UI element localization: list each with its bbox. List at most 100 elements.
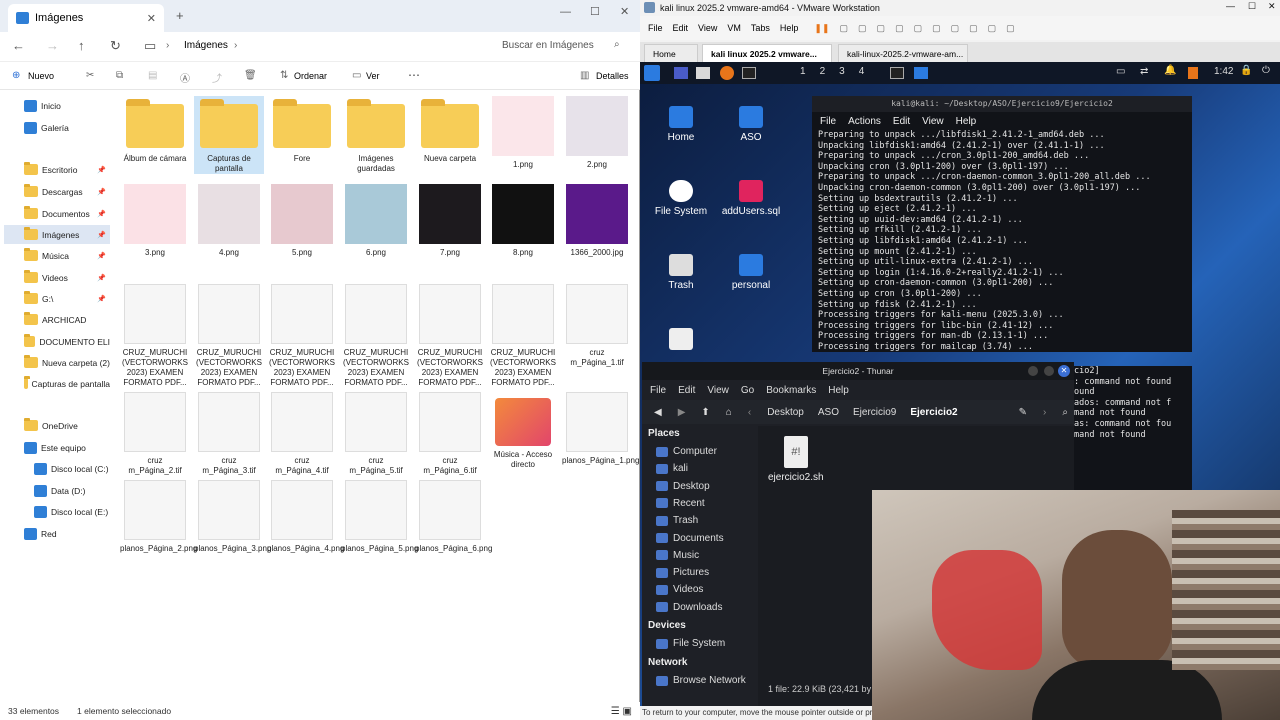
nav-item-11[interactable]: Nueva carpeta (2) [4, 353, 110, 372]
thunar-task-icon[interactable] [914, 67, 928, 79]
workspace-2[interactable]: 2 [820, 66, 826, 77]
minimize-icon[interactable] [1028, 366, 1038, 376]
refresh-icon[interactable]: ↻ [110, 38, 121, 54]
vm-menu-vm[interactable]: VM [727, 23, 741, 33]
desktop-icon-personal[interactable]: personal [716, 254, 786, 291]
sort-button[interactable]: Ordenar [294, 71, 327, 81]
file-item[interactable]: 5.png [267, 184, 337, 258]
vm-menu-view[interactable]: View [698, 23, 717, 33]
forward-icon[interactable]: ▶ [672, 404, 692, 421]
revert-icon[interactable]: ▢ [877, 23, 886, 34]
terminal-menu-edit[interactable]: Edit [893, 116, 910, 127]
up-icon[interactable]: ⬆ [695, 404, 715, 421]
nav-item-5[interactable]: Imágenes 📌 [4, 225, 110, 244]
file-item[interactable]: Álbum de cámara [120, 96, 190, 164]
file-item[interactable]: Música - Acceso directo [488, 392, 558, 470]
desktop-icon-trash[interactable]: Trash [646, 254, 716, 291]
vm-menu-file[interactable]: File [648, 23, 663, 33]
sidebar-item-music[interactable]: Music [656, 550, 699, 561]
file-item[interactable]: planos_Página_2.png [120, 480, 197, 554]
more-options-icon[interactable]: ⋯ [408, 68, 420, 82]
thunar-menu-go[interactable]: Go [741, 385, 754, 396]
manage-snapshot-icon[interactable]: ▢ [895, 23, 904, 34]
sidebar-item-pictures[interactable]: Pictures [656, 567, 709, 578]
pause-icon[interactable]: ❚❚ [814, 23, 829, 34]
nav-item-9[interactable]: ARCHICAD [4, 310, 110, 329]
sidebar-item-videos[interactable]: Videos [656, 584, 703, 595]
desktop-icon-filesystem[interactable]: File System [646, 180, 716, 217]
nav-item-12[interactable]: Capturas de pantalla [4, 374, 110, 393]
cut-icon[interactable]: ✂ [86, 70, 94, 81]
rename-icon[interactable]: Ⓐ [180, 70, 190, 85]
nav-item-18[interactable]: Red [4, 524, 110, 543]
desktop-icon-addusers[interactable]: addUsers.sql [716, 180, 786, 217]
search-input[interactable]: Buscar en Imágenes [502, 40, 594, 51]
file-item[interactable]: 1.png [488, 96, 558, 170]
path-right-arrow-icon[interactable]: › [1037, 404, 1052, 421]
firefox-icon[interactable] [720, 66, 734, 80]
file-item[interactable]: cruz m_Página_2.tif [120, 392, 190, 476]
network-icon[interactable]: ⇄ [1140, 66, 1148, 77]
desktop-icon-document[interactable] [646, 328, 716, 354]
kali-menu-icon[interactable] [644, 65, 660, 81]
file-item[interactable]: 4.png [194, 184, 264, 258]
file-item[interactable]: 7.png [415, 184, 485, 258]
close-icon[interactable]: ✕ [1058, 365, 1070, 377]
breadcrumb[interactable]: Imágenes [184, 40, 228, 51]
terminal-window[interactable]: kali@kali: ~/Desktop/ASO/Ejercicio9/Ejer… [812, 96, 1192, 352]
file-item[interactable]: cruz m_Página_6.tif [415, 392, 485, 476]
file-item[interactable]: Nueva carpeta [415, 96, 485, 164]
file-item[interactable]: cruz m_Página_4.tif [267, 392, 337, 476]
nav-item-2[interactable]: Escritorio 📌 [4, 160, 110, 179]
nav-item-6[interactable]: Música 📌 [4, 246, 110, 265]
clock[interactable]: 1:42 [1214, 66, 1233, 77]
sidebar-item-downloads[interactable]: Downloads [656, 602, 722, 613]
copy-icon[interactable]: ⧉ [116, 70, 123, 81]
workspace-4[interactable]: 4 [859, 66, 865, 77]
path-left-arrow-icon[interactable]: ‹ [742, 404, 757, 421]
workspace-3[interactable]: 3 [839, 66, 845, 77]
back-icon[interactable]: ◀ [648, 404, 668, 421]
library-icon[interactable]: ▢ [914, 23, 923, 34]
terminal-icon[interactable] [742, 67, 756, 79]
terminal-menu-help[interactable]: Help [956, 116, 977, 127]
file-item[interactable]: 8.png [488, 184, 558, 258]
path-ejercicio2[interactable]: Ejercicio2 [904, 404, 963, 421]
thunar-menu-bookmarks[interactable]: Bookmarks [766, 385, 816, 396]
vm-menu-tabs[interactable]: Tabs [751, 23, 770, 33]
terminal-menu-file[interactable]: File [820, 116, 836, 127]
workspace-1[interactable]: 1 [800, 66, 806, 77]
view-button[interactable]: Ver [366, 71, 380, 81]
file-item[interactable]: cruz m_Página_5.tif [341, 392, 411, 476]
paste-icon[interactable]: ▤ [148, 70, 157, 81]
nav-item-7[interactable]: Videos 📌 [4, 268, 110, 287]
new-button[interactable]: Nuevo [28, 71, 54, 81]
vm-tab-2[interactable]: kali-linux-2025.2-vmware-am... [838, 44, 968, 62]
share-icon[interactable]: ⤴ [212, 70, 222, 85]
file-item[interactable]: 2.png [562, 96, 632, 170]
nav-item-14[interactable]: Este equipo [4, 438, 110, 457]
send-keys-icon[interactable]: ▢ [840, 23, 849, 34]
console-view-icon[interactable]: ▢ [932, 23, 941, 34]
stretch-icon[interactable]: ▢ [1006, 23, 1015, 34]
file-item[interactable]: planos_Página_5.png [341, 480, 418, 554]
view-toggle-icons[interactable]: ☰ ▣ [611, 706, 632, 717]
nav-item-0[interactable]: Inicio [4, 96, 110, 115]
file-item[interactable]: planos_Página_4.png [267, 480, 344, 554]
file-item[interactable]: CRUZ_MURUCHI (VECTORWORKS 2023) EXAMEN F… [488, 284, 558, 388]
thunar-menu-edit[interactable]: Edit [678, 385, 695, 396]
up-icon[interactable]: ↑ [78, 38, 85, 53]
vm-tab-1[interactable]: kali linux 2025.2 vmware... [702, 44, 832, 62]
nav-item-15[interactable]: Disco local (C:) [4, 459, 110, 478]
sidebar-item-computer[interactable]: Computer [656, 446, 717, 457]
file-item[interactable]: cruz m_Página_1.tif [562, 284, 632, 368]
edit-path-icon[interactable]: ✎ [1013, 404, 1033, 421]
snapshot-icon[interactable]: ▢ [858, 23, 867, 34]
path-ejercicio9[interactable]: Ejercicio9 [847, 404, 902, 421]
home-icon[interactable]: ⌂ [720, 404, 738, 421]
nav-item-4[interactable]: Documentos 📌 [4, 204, 110, 223]
nav-item-16[interactable]: Data (D:) [4, 481, 110, 500]
sidebar-item-browse-network[interactable]: Browse Network [656, 675, 746, 686]
vm-tab-0[interactable]: Home [644, 44, 698, 62]
nav-item-17[interactable]: Disco local (E:) [4, 502, 110, 521]
